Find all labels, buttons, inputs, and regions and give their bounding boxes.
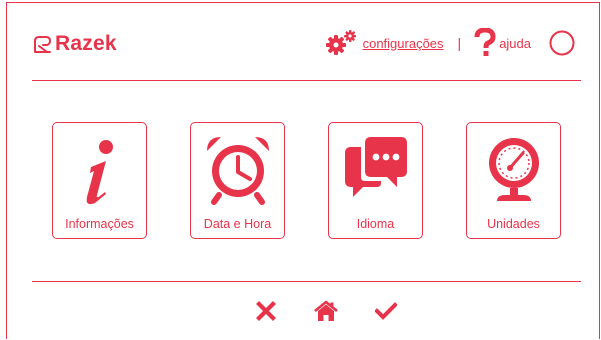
tile-label: Informações [65, 217, 134, 231]
info-icon [86, 140, 113, 205]
header-toolbar: configurações | ajuda [322, 28, 575, 58]
razek-logo-icon [34, 35, 51, 53]
header-separator: | [457, 35, 462, 51]
settings-tiles: Informações Data e Hora Idioma Unidades [52, 122, 562, 239]
confirm-button[interactable] [356, 296, 416, 326]
home-icon [314, 300, 338, 321]
question-mark-icon[interactable] [473, 28, 497, 58]
tile-label: Unidades [487, 217, 540, 231]
gauge-icon [489, 138, 539, 201]
close-icon [256, 301, 276, 321]
tile-idioma[interactable]: Idioma [328, 122, 423, 239]
settings-link[interactable]: configurações [363, 36, 444, 51]
brand-logo: Razek [33, 32, 117, 56]
cancel-button[interactable] [236, 296, 296, 326]
brand-name: Razek [55, 32, 117, 55]
tile-informacoes[interactable]: Informações [52, 122, 147, 239]
help-label[interactable]: ajuda [499, 36, 531, 51]
gears-icon[interactable] [322, 29, 360, 57]
tile-label: Idioma [356, 217, 395, 231]
header-divider [32, 80, 581, 81]
tile-label: Data e Hora [203, 217, 272, 231]
footer-actions [236, 296, 416, 326]
chat-bubbles-icon [345, 137, 407, 197]
power-icon[interactable] [549, 30, 575, 56]
tile-data-e-hora[interactable]: Data e Hora [190, 122, 285, 239]
alarm-clock-icon [207, 137, 269, 205]
footer-divider [32, 281, 581, 282]
tile-unidades[interactable]: Unidades [466, 122, 561, 239]
home-button[interactable] [296, 296, 356, 326]
check-icon [375, 302, 397, 320]
